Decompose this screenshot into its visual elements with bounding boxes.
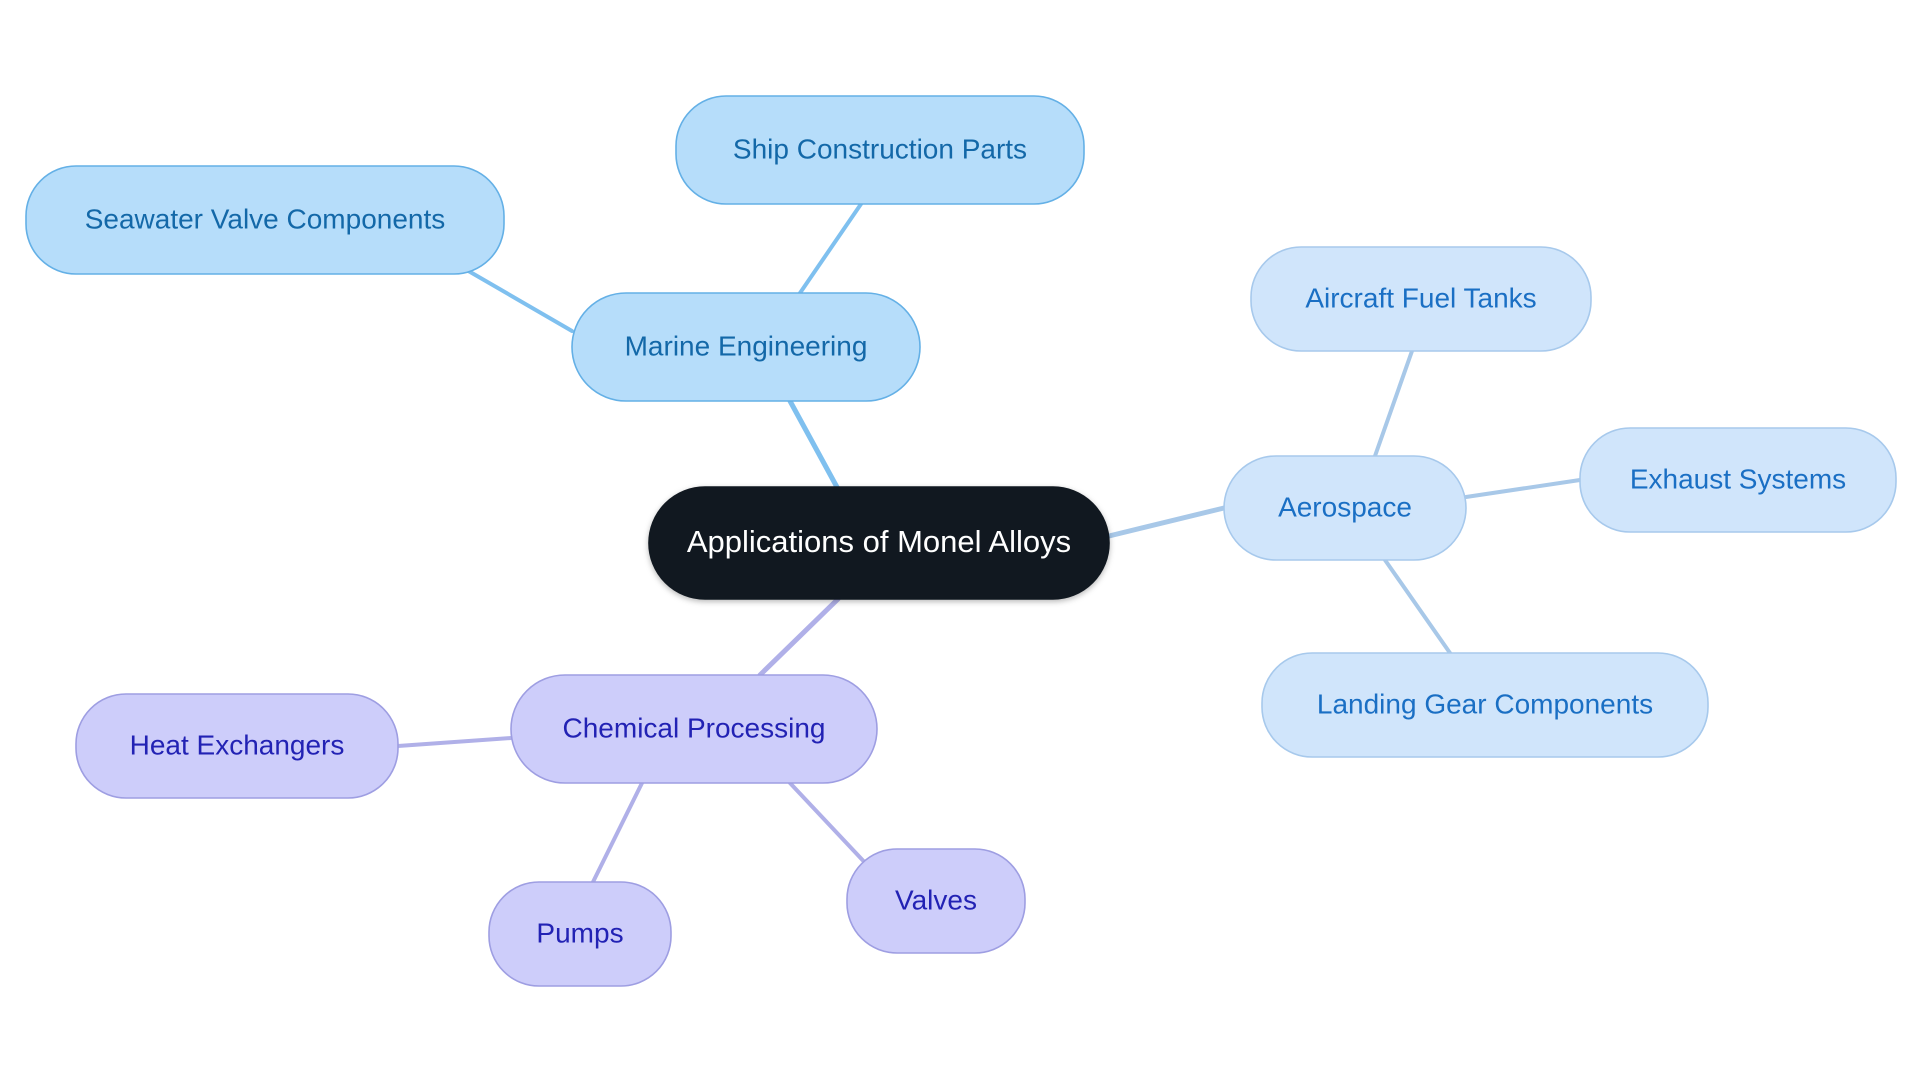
node-leaf-seawater-valve-components-label: Seawater Valve Components	[85, 203, 446, 234]
edge-root-marine	[787, 398, 841, 492]
node-leaf-landing-gear-components[interactable]: Landing Gear Components	[1261, 652, 1709, 758]
mindmap-diagram: Applications of Monel Alloys Marine Engin…	[25, 95, 1897, 987]
node-leaf-heat-exchangers[interactable]: Heat Exchangers	[75, 693, 399, 799]
node-leaf-exhaust-systems[interactable]: Exhaust Systems	[1579, 427, 1897, 533]
mindmap-canvas: Applications of Monel Alloys Marine Engin…	[0, 0, 1920, 1083]
node-root[interactable]: Applications of Monel Alloys	[648, 486, 1110, 600]
edge-root-chemical	[757, 596, 841, 678]
edge-chemical-pumps	[591, 781, 644, 884]
edge-chemical-heat	[396, 736, 513, 748]
node-leaf-exhaust-systems-label: Exhaust Systems	[1630, 463, 1846, 494]
node-leaf-aircraft-fuel-tanks[interactable]: Aircraft Fuel Tanks	[1250, 246, 1592, 352]
node-root-label: Applications of Monel Alloys	[687, 524, 1071, 559]
edge-marine-seawater	[463, 267, 574, 333]
node-leaf-valves-label: Valves	[895, 884, 977, 915]
node-leaf-ship-construction-parts-label: Ship Construction Parts	[733, 133, 1027, 164]
node-branch-aerospace[interactable]: Aerospace	[1223, 455, 1467, 561]
node-branch-marine-label: Marine Engineering	[625, 330, 868, 361]
edge-chemical-valves	[788, 781, 872, 870]
node-leaf-pumps-label: Pumps	[536, 917, 623, 948]
node-branch-aerospace-label: Aerospace	[1278, 491, 1412, 522]
node-leaf-ship-construction-parts[interactable]: Ship Construction Parts	[675, 95, 1085, 205]
edge-aerospace-landing	[1383, 558, 1452, 655]
edge-root-aerospace	[1106, 505, 1227, 539]
edge-aerospace-fuel	[1373, 349, 1414, 458]
node-branch-chemical-label: Chemical Processing	[563, 712, 826, 743]
nodes-layer: Applications of Monel Alloys Marine Engin…	[25, 95, 1897, 987]
node-leaf-landing-gear-components-label: Landing Gear Components	[1317, 688, 1653, 719]
node-branch-marine[interactable]: Marine Engineering	[571, 292, 921, 402]
node-leaf-pumps[interactable]: Pumps	[488, 881, 672, 987]
edge-aerospace-exhaust	[1464, 478, 1582, 499]
node-leaf-valves[interactable]: Valves	[846, 848, 1026, 954]
node-leaf-seawater-valve-components[interactable]: Seawater Valve Components	[25, 165, 505, 275]
node-leaf-aircraft-fuel-tanks-label: Aircraft Fuel Tanks	[1305, 282, 1536, 313]
node-leaf-heat-exchangers-label: Heat Exchangers	[130, 729, 345, 760]
edge-marine-ship	[798, 202, 863, 295]
node-branch-chemical[interactable]: Chemical Processing	[510, 674, 878, 784]
